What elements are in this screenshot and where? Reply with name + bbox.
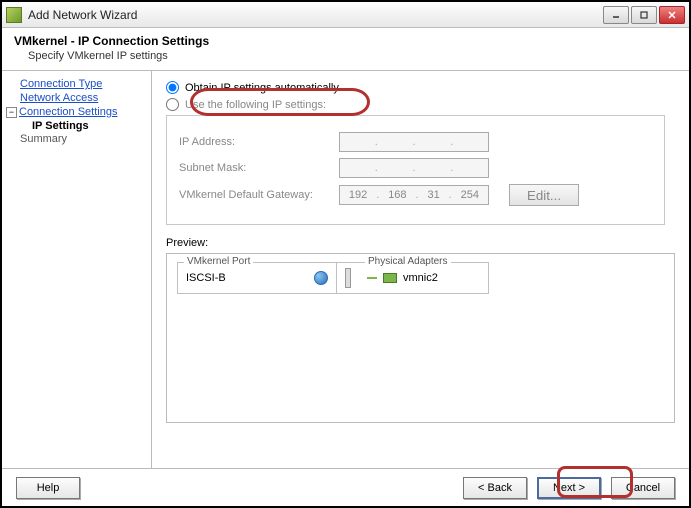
vswitch-icon bbox=[345, 268, 351, 288]
page-title: VMkernel - IP Connection Settings bbox=[14, 34, 677, 48]
tree-collapse-icon[interactable]: − bbox=[6, 107, 17, 118]
back-button[interactable]: < Back bbox=[463, 477, 527, 499]
preview-label: Preview: bbox=[166, 237, 675, 249]
radio-manual-ip[interactable]: Use the following IP settings: bbox=[166, 98, 675, 111]
gateway-row: VMkernel Default Gateway: 192. 168. 31. … bbox=[179, 184, 652, 206]
subnet-mask-input: . . . bbox=[339, 158, 489, 178]
ip-fields-group: IP Address: . . . Subnet Mask: . . . V bbox=[166, 115, 665, 225]
ip-address-label: IP Address: bbox=[179, 136, 339, 148]
edit-gateway-button: Edit... bbox=[509, 184, 579, 206]
physical-adapters-legend: Physical Adapters bbox=[365, 256, 451, 267]
radio-manual-ip-label: Use the following IP settings: bbox=[185, 99, 326, 111]
titlebar: Add Network Wizard bbox=[2, 2, 689, 28]
wizard-footer: Help < Back Next > Cancel bbox=[2, 469, 689, 507]
subnet-mask-label: Subnet Mask: bbox=[179, 162, 339, 174]
cancel-button[interactable]: Cancel bbox=[611, 477, 675, 499]
radio-auto-ip-input[interactable] bbox=[166, 81, 179, 94]
wizard-steps-sidebar: Connection Type Network Access − Connect… bbox=[2, 71, 152, 468]
radio-auto-ip-label: Obtain IP settings automatically bbox=[185, 82, 339, 94]
ip-address-input: . . . bbox=[339, 132, 489, 152]
step-summary: Summary bbox=[6, 133, 147, 145]
gateway-input: 192. 168. 31. 254 bbox=[339, 185, 489, 205]
physical-adapter-name: vmnic2 bbox=[403, 272, 438, 284]
vswitch-diagram: VMkernel Port ISCSI-B Physical Adapters … bbox=[177, 262, 664, 294]
vmkernel-port-name: ISCSI-B bbox=[186, 272, 226, 284]
radio-auto-ip[interactable]: Obtain IP settings automatically bbox=[166, 81, 675, 94]
preview-box: VMkernel Port ISCSI-B Physical Adapters … bbox=[166, 253, 675, 423]
close-button[interactable] bbox=[659, 6, 685, 24]
wizard-header: VMkernel - IP Connection Settings Specif… bbox=[2, 28, 689, 71]
uplink-line-icon bbox=[367, 277, 377, 279]
help-button[interactable]: Help bbox=[16, 477, 80, 499]
next-button[interactable]: Next > bbox=[537, 477, 601, 499]
vmkernel-icon bbox=[314, 271, 328, 285]
vmkernel-port-group: VMkernel Port ISCSI-B bbox=[177, 262, 337, 294]
app-icon bbox=[6, 7, 22, 23]
wizard-body: Connection Type Network Access − Connect… bbox=[2, 71, 689, 469]
step-network-access[interactable]: Network Access bbox=[6, 91, 147, 105]
step-connection-settings[interactable]: Connection Settings bbox=[19, 105, 117, 119]
vmkernel-port-legend: VMkernel Port bbox=[184, 256, 253, 267]
vswitch-node bbox=[337, 262, 359, 294]
ip-address-row: IP Address: . . . bbox=[179, 132, 652, 152]
wizard-content: Obtain IP settings automatically Use the… bbox=[152, 71, 689, 468]
subnet-mask-row: Subnet Mask: . . . bbox=[179, 158, 652, 178]
maximize-button[interactable] bbox=[631, 6, 657, 24]
page-subtitle: Specify VMkernel IP settings bbox=[14, 50, 677, 62]
radio-manual-ip-input[interactable] bbox=[166, 98, 179, 111]
step-ip-settings: IP Settings bbox=[6, 120, 147, 132]
window-title: Add Network Wizard bbox=[28, 8, 603, 22]
gateway-label: VMkernel Default Gateway: bbox=[179, 189, 339, 201]
nic-icon bbox=[383, 273, 397, 283]
physical-adapters-group: Physical Adapters vmnic2 bbox=[359, 262, 489, 294]
minimize-button[interactable] bbox=[603, 6, 629, 24]
step-connection-type[interactable]: Connection Type bbox=[6, 77, 147, 91]
step-connection-settings-row: − Connection Settings bbox=[6, 105, 147, 119]
window-buttons bbox=[603, 6, 685, 24]
